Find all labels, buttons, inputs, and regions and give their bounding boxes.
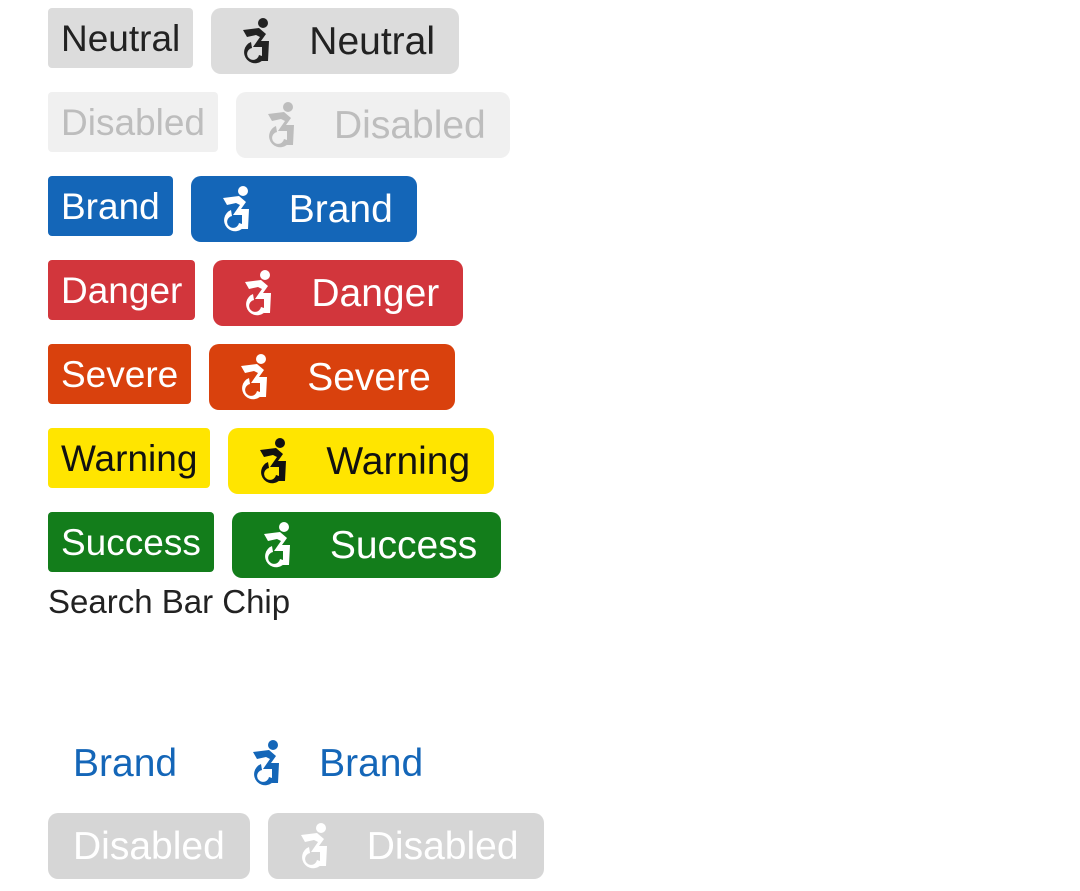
chip-label: Neutral bbox=[309, 19, 436, 63]
chip-row-neutral: Neutral Neutral bbox=[48, 8, 460, 74]
chip-label: Disabled bbox=[333, 103, 486, 147]
chip-disabled-with-icon: Disabled bbox=[235, 92, 510, 158]
chip-row-disabled: Disabled Disabled bbox=[48, 92, 510, 158]
chip-neutral-with-icon[interactable]: Neutral bbox=[211, 8, 460, 74]
chip-showcase-page: Neutral Neutral Disabled Disabled Brand … bbox=[0, 0, 1080, 891]
accessibility-icon bbox=[293, 822, 337, 870]
chip-row-warning: Warning Warning bbox=[48, 428, 495, 494]
accessibility-icon bbox=[252, 437, 296, 485]
chip-disabled: Disabled bbox=[48, 92, 218, 152]
chip-label: Brand bbox=[319, 741, 424, 785]
chip-neutral[interactable]: Neutral bbox=[48, 8, 194, 68]
accessibility-icon bbox=[245, 739, 289, 787]
chip-row-success: Success Success bbox=[48, 512, 502, 578]
chip-row-brand: Brand Brand bbox=[48, 176, 417, 242]
chip-warning-with-icon[interactable]: Warning bbox=[228, 428, 495, 494]
chip-row-danger: Danger Danger bbox=[48, 260, 464, 326]
chip-severe-with-icon[interactable]: Severe bbox=[209, 344, 455, 410]
search-bar-chip-disabled: Disabled bbox=[48, 813, 250, 879]
chip-label: Success bbox=[329, 523, 478, 567]
chip-success-with-icon[interactable]: Success bbox=[231, 512, 502, 578]
chip-danger[interactable]: Danger bbox=[48, 260, 196, 320]
chip-label: Severe bbox=[307, 355, 431, 399]
search-bar-chip-brand[interactable]: Brand bbox=[48, 730, 202, 796]
chip-label: Warning bbox=[326, 439, 471, 483]
search-bar-chip-disabled-with-icon: Disabled bbox=[267, 813, 544, 879]
chip-brand-with-icon[interactable]: Brand bbox=[190, 176, 417, 242]
search-bar-chip-brand-with-icon[interactable]: Brand bbox=[220, 730, 448, 796]
chip-severe[interactable]: Severe bbox=[48, 344, 192, 404]
accessibility-icon bbox=[237, 269, 281, 317]
search-bar-chip-row-brand: Brand Brand bbox=[48, 730, 448, 796]
chip-label: Brand bbox=[288, 187, 393, 231]
chip-label: Disabled bbox=[366, 824, 519, 868]
chip-danger-with-icon[interactable]: Danger bbox=[213, 260, 464, 326]
accessibility-icon bbox=[260, 101, 304, 149]
section-title-search-bar-chip: Search Bar Chip bbox=[48, 583, 291, 620]
accessibility-icon bbox=[233, 353, 277, 401]
chip-brand[interactable]: Brand bbox=[48, 176, 173, 236]
chip-warning[interactable]: Warning bbox=[48, 428, 211, 488]
accessibility-icon bbox=[235, 17, 279, 65]
accessibility-icon bbox=[215, 185, 259, 233]
chip-success[interactable]: Success bbox=[48, 512, 214, 572]
search-bar-chip-row-disabled: Disabled Disabled bbox=[48, 813, 544, 879]
accessibility-icon bbox=[256, 521, 300, 569]
chip-label: Danger bbox=[311, 271, 440, 315]
chip-row-severe: Severe Severe bbox=[48, 344, 455, 410]
